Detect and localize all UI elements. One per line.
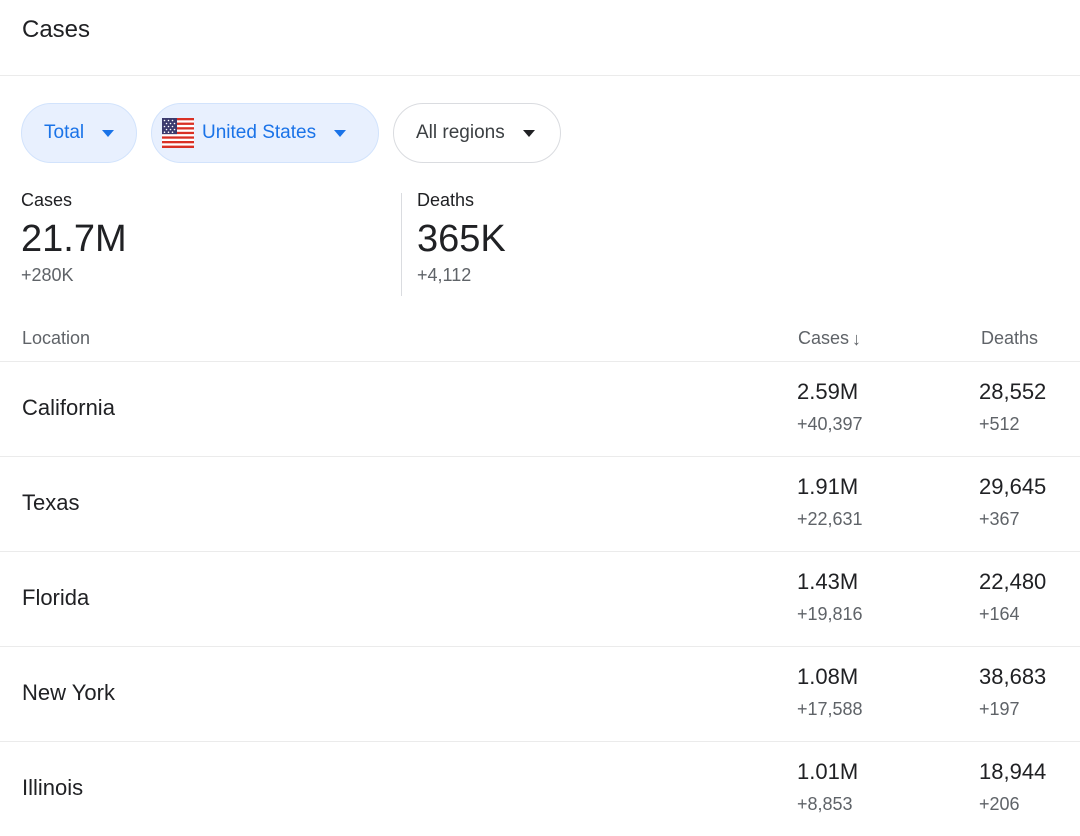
us-flag-icon bbox=[162, 118, 194, 148]
cases-value: 1.08M bbox=[797, 664, 859, 689]
sort-descending-icon: ↓ bbox=[852, 328, 862, 349]
table-row[interactable]: Illinois 1.01M +8,853 18,944 +206 bbox=[0, 742, 1080, 836]
header: Cases bbox=[0, 0, 1080, 76]
cases-summary: Cases 21.7M +280K bbox=[21, 190, 127, 286]
cases-summary-value: 21.7M bbox=[21, 218, 127, 260]
cases-value: 2.59M bbox=[797, 379, 859, 404]
caret-down-icon bbox=[522, 129, 535, 137]
cases-column-header[interactable]: Cases ↓ bbox=[798, 328, 861, 349]
summary-divider bbox=[401, 193, 402, 296]
table-row[interactable]: California 2.59M +40,397 28,552 +512 bbox=[0, 362, 1080, 457]
deaths-value: 29,645 bbox=[979, 474, 1047, 499]
deaths-delta: +206 bbox=[979, 794, 1020, 814]
location-name: California bbox=[22, 395, 115, 420]
cases-delta: +40,397 bbox=[797, 414, 863, 434]
location-name: Florida bbox=[22, 585, 90, 610]
total-dropdown[interactable]: Total bbox=[21, 103, 137, 163]
cases-delta: +22,631 bbox=[797, 509, 863, 529]
location-name: New York bbox=[22, 680, 115, 705]
location-column-header[interactable]: Location bbox=[22, 328, 90, 349]
page-title: Cases bbox=[22, 16, 91, 43]
region-dropdown[interactable]: All regions bbox=[393, 103, 561, 163]
location-name: Illinois bbox=[22, 775, 84, 800]
deaths-cell: 18,944 +206 bbox=[979, 759, 1046, 814]
deaths-value: 38,683 bbox=[979, 664, 1047, 689]
cases-value: 1.43M bbox=[797, 569, 859, 594]
deaths-delta: +512 bbox=[979, 414, 1020, 434]
table-row[interactable]: New York 1.08M +17,588 38,683 +197 bbox=[0, 647, 1080, 742]
table-header: Location Cases ↓ Deaths bbox=[0, 318, 1080, 362]
cases-cell: 1.91M +22,631 bbox=[797, 474, 863, 529]
cases-cell: 2.59M +40,397 bbox=[797, 379, 863, 434]
country-dropdown-label: United States bbox=[202, 122, 317, 143]
deaths-cell: 38,683 +197 bbox=[979, 664, 1046, 719]
deaths-delta: +164 bbox=[979, 604, 1020, 624]
cases-summary-label: Cases bbox=[21, 190, 73, 210]
region-dropdown-label: All regions bbox=[416, 122, 505, 143]
filter-bar: Total United States All regions bbox=[21, 103, 561, 163]
cases-delta: +17,588 bbox=[797, 699, 863, 719]
cases-cell: 1.01M +8,853 bbox=[797, 759, 858, 814]
deaths-value: 28,552 bbox=[979, 379, 1047, 404]
deaths-cell: 22,480 +164 bbox=[979, 569, 1046, 624]
deaths-delta: +197 bbox=[979, 699, 1020, 719]
deaths-summary-value: 365K bbox=[417, 218, 506, 260]
cases-value: 1.01M bbox=[797, 759, 859, 784]
deaths-summary-delta: +4,112 bbox=[417, 265, 472, 285]
country-dropdown[interactable]: United States bbox=[151, 103, 379, 163]
cases-column-header-label: Cases bbox=[798, 328, 850, 348]
location-name: Texas bbox=[22, 490, 80, 515]
caret-down-icon bbox=[334, 129, 347, 137]
deaths-delta: +367 bbox=[979, 509, 1020, 529]
cases-delta: +19,816 bbox=[797, 604, 863, 624]
cases-delta: +8,853 bbox=[797, 794, 853, 814]
cases-summary-delta: +280K bbox=[21, 265, 74, 285]
deaths-column-header[interactable]: Deaths bbox=[981, 328, 1038, 349]
table-row[interactable]: Florida 1.43M +19,816 22,480 +164 bbox=[0, 552, 1080, 647]
deaths-value: 22,480 bbox=[979, 569, 1047, 594]
deaths-value: 18,944 bbox=[979, 759, 1047, 784]
cases-cell: 1.43M +19,816 bbox=[797, 569, 863, 624]
caret-down-icon bbox=[102, 129, 115, 137]
deaths-summary: Deaths 365K +4,112 bbox=[417, 190, 506, 286]
deaths-cell: 28,552 +512 bbox=[979, 379, 1046, 434]
deaths-summary-label: Deaths bbox=[417, 190, 475, 210]
cases-value: 1.91M bbox=[797, 474, 859, 499]
total-dropdown-label: Total bbox=[44, 122, 85, 143]
table-row[interactable]: Texas 1.91M +22,631 29,645 +367 bbox=[0, 457, 1080, 552]
location-table: California 2.59M +40,397 28,552 +512 Tex… bbox=[0, 362, 1080, 836]
deaths-cell: 29,645 +367 bbox=[979, 474, 1046, 529]
cases-cell: 1.08M +17,588 bbox=[797, 664, 863, 719]
